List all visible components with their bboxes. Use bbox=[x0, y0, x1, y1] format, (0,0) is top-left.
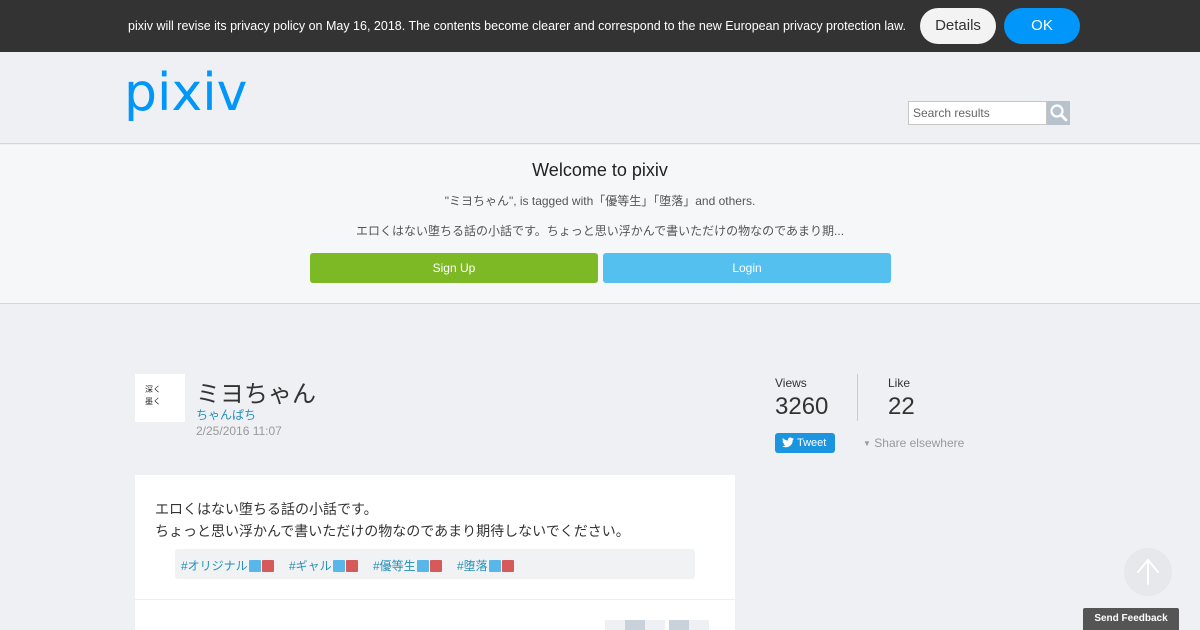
search-button[interactable] bbox=[1047, 101, 1070, 125]
page-navigation bbox=[605, 620, 735, 630]
search-icon bbox=[1050, 104, 1068, 122]
pager-button[interactable] bbox=[625, 620, 645, 630]
chevron-down-icon: ▼ bbox=[863, 439, 871, 448]
tag-list: #オリジナル #ギャル #優等生 #堕落 bbox=[175, 549, 695, 579]
send-feedback-button[interactable]: Send Feedback bbox=[1083, 608, 1179, 630]
welcome-title: Welcome to pixiv bbox=[532, 160, 668, 180]
author-link[interactable]: ちゃんぱち bbox=[196, 406, 256, 423]
arrow-up-icon bbox=[1137, 559, 1159, 585]
work-thumbnail[interactable]: 深く 墨く bbox=[135, 374, 185, 422]
tag-item[interactable]: #ギャル bbox=[289, 557, 358, 574]
share-elsewhere-label: Share elsewhere bbox=[874, 436, 965, 450]
tag-history-icon[interactable] bbox=[429, 560, 442, 572]
list-icon[interactable] bbox=[713, 620, 733, 630]
work-title: ミヨちゃん bbox=[196, 381, 316, 408]
like-count: 22 bbox=[888, 393, 915, 420]
pager-button[interactable] bbox=[645, 620, 665, 630]
twitter-bird-icon bbox=[782, 437, 794, 448]
caption-line-2: ちょっと思い浮かんで書いただけの物なのであまり期待しないでください。 bbox=[155, 523, 630, 539]
pixpedia-icon[interactable] bbox=[416, 560, 429, 572]
welcome-section: Welcome to pixiv "ミヨちゃん", is tagged with… bbox=[0, 145, 1200, 304]
logo-text: pixiv bbox=[124, 66, 247, 123]
tweet-button[interactable]: Tweet bbox=[775, 433, 835, 453]
tag-history-icon[interactable] bbox=[345, 560, 358, 572]
share-elsewhere[interactable]: ▼ Share elsewhere bbox=[863, 436, 964, 450]
caption-panel: エロくはない堕ちる話の小話です。 ちょっと思い浮かんで書いただけの物なのであまり… bbox=[135, 475, 735, 630]
signup-button[interactable]: Sign Up bbox=[310, 253, 598, 283]
privacy-message: pixiv will revise its privacy policy on … bbox=[128, 19, 906, 33]
views-count: 3260 bbox=[775, 393, 829, 420]
scroll-to-top-button[interactable] bbox=[1124, 548, 1172, 596]
site-header: pixiv bbox=[0, 52, 1200, 144]
pixpedia-icon[interactable] bbox=[332, 560, 345, 572]
like-label: Like bbox=[888, 376, 911, 390]
pixpedia-icon[interactable] bbox=[248, 560, 261, 572]
welcome-description: エロくはない堕ちる話の小話です。ちょっと思い浮かんで書いただけの物なのであまり期… bbox=[355, 224, 845, 238]
ok-button[interactable]: OK bbox=[1004, 8, 1080, 44]
caption-divider bbox=[135, 599, 735, 600]
thumbnail-image: 深く 墨く bbox=[145, 385, 161, 406]
login-button[interactable]: Login bbox=[603, 253, 891, 283]
pixiv-logo-graphic: pixiv bbox=[124, 63, 247, 123]
svg-text:墨く: 墨く bbox=[145, 397, 161, 406]
caption-line-1: エロくはない堕ちる話の小話です。 bbox=[155, 501, 378, 517]
tag-item[interactable]: #堕落 bbox=[457, 557, 514, 574]
details-button[interactable]: Details bbox=[920, 8, 996, 44]
pager-button[interactable] bbox=[605, 620, 625, 630]
svg-text:深く: 深く bbox=[145, 385, 161, 394]
search-box bbox=[908, 101, 1070, 125]
privacy-banner: pixiv will revise its privacy policy on … bbox=[0, 0, 1200, 52]
tag-history-icon[interactable] bbox=[261, 560, 274, 572]
tag-item[interactable]: #優等生 bbox=[373, 557, 442, 574]
tweet-label: Tweet bbox=[797, 437, 827, 449]
stats-divider bbox=[857, 374, 858, 421]
pager-button[interactable] bbox=[689, 620, 709, 630]
tag-item[interactable]: #オリジナル bbox=[181, 557, 274, 574]
views-label: Views bbox=[775, 376, 807, 390]
post-date: 2/25/2016 11:07 bbox=[196, 424, 282, 438]
search-input[interactable] bbox=[908, 101, 1047, 125]
pager-button[interactable] bbox=[669, 620, 689, 630]
pixiv-logo[interactable]: pixiv bbox=[124, 63, 252, 131]
pixpedia-icon[interactable] bbox=[488, 560, 501, 572]
tag-history-icon[interactable] bbox=[501, 560, 514, 572]
welcome-tags-line: "ミヨちゃん", is tagged with「優等生」「堕落」and othe… bbox=[444, 194, 756, 208]
